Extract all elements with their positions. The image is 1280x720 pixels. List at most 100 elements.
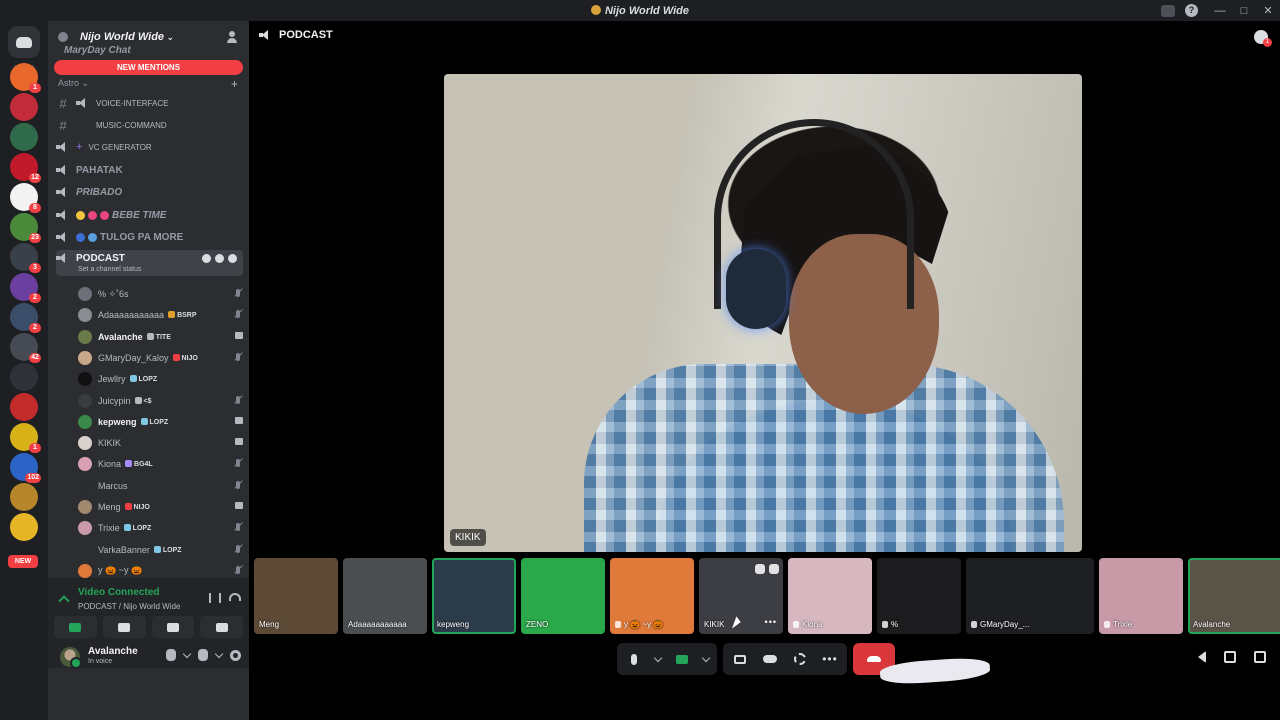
voice-member[interactable]: GMaryDay_Kaloy NIJO <box>78 348 243 368</box>
create-channel-icon[interactable]: + <box>231 77 238 91</box>
camera-button[interactable] <box>54 616 97 638</box>
channel-tulog-pa-more[interactable]: TULOG PA MORE <box>56 227 243 247</box>
channel-music-command[interactable]: # MUSIC-COMMAND <box>56 115 243 135</box>
microphone-icon[interactable] <box>166 649 176 661</box>
voice-channel-link[interactable]: PODCAST / Nijo World Wide <box>78 602 180 611</box>
server-icon[interactable] <box>10 93 38 121</box>
activities-button[interactable] <box>759 648 781 670</box>
channel-status-link[interactable]: Set a channel status <box>78 266 141 273</box>
speaker-icon <box>56 187 68 197</box>
server-icon[interactable]: 1 <box>10 63 41 93</box>
voice-member[interactable]: Meng NIJO <box>78 497 243 517</box>
volume-icon[interactable] <box>1198 651 1206 663</box>
fullscreen-icon[interactable] <box>1254 651 1266 663</box>
close-button[interactable]: ✕ <box>1256 4 1280 17</box>
chat-icon[interactable] <box>202 254 211 263</box>
channel-vc-generator[interactable]: + VC GENERATOR <box>56 137 243 157</box>
screen-share-indicator-icon[interactable] <box>1161 4 1175 17</box>
server-icon[interactable] <box>10 513 38 541</box>
inbox-icon[interactable] <box>1254 30 1272 47</box>
headphones-icon[interactable] <box>198 649 208 661</box>
server-icon[interactable]: 12 <box>10 153 41 183</box>
avatar[interactable] <box>60 647 82 669</box>
server-icon[interactable] <box>10 393 38 421</box>
muted-mic-icon <box>233 544 243 553</box>
username[interactable]: Avalanche <box>88 646 138 657</box>
participant-tile[interactable]: Kiona <box>788 558 872 634</box>
minimize-button[interactable]: — <box>1208 5 1232 17</box>
invite-people-icon[interactable] <box>227 31 241 43</box>
server-icon[interactable]: 1 <box>10 423 41 453</box>
participant-tile[interactable]: kepweng <box>432 558 516 634</box>
voice-member[interactable]: VarkaBanner LOPZ <box>78 540 243 560</box>
server-icon[interactable]: 8 <box>10 183 41 213</box>
participant-tile[interactable]: y 🎃 ~y 🎃 <box>610 558 694 634</box>
mic-options-chevron-icon[interactable] <box>653 648 663 670</box>
participant-tile[interactable]: Meng <box>254 558 338 634</box>
server-icon[interactable] <box>10 483 38 511</box>
mute-button[interactable] <box>623 648 645 670</box>
channel-podcast[interactable]: PODCAST Set a channel status <box>56 250 243 276</box>
user-settings-gear-icon[interactable] <box>230 649 241 661</box>
camera-options-chevron-icon[interactable] <box>701 648 711 670</box>
tile-more-icon[interactable]: ••• <box>765 617 777 627</box>
soundboard-button[interactable] <box>789 648 811 670</box>
share-screen-button[interactable] <box>102 616 146 638</box>
new-unreads-pill[interactable]: NEW <box>8 555 38 568</box>
channel-pribado[interactable]: PRIBADO <box>56 182 243 202</box>
participant-tile[interactable]: Adaaaaaaaaaaa <box>343 558 427 634</box>
participant-tile[interactable]: % <box>877 558 961 634</box>
noise-suppression-icon[interactable] <box>209 593 221 603</box>
channel-pahatak[interactable]: PAHATAK <box>56 160 243 180</box>
activity-button[interactable] <box>151 616 195 638</box>
voice-member[interactable]: Jewllry LOPZ <box>78 369 243 389</box>
disconnect-icon[interactable] <box>229 593 241 601</box>
pop-out-icon[interactable] <box>1224 651 1236 663</box>
participant-tile[interactable]: GMaryDay_... <box>966 558 1094 634</box>
category-astro[interactable]: Astro ⌄ + <box>58 77 238 91</box>
signal-icon[interactable] <box>58 595 70 607</box>
channel-bebe-time[interactable]: BEBE TIME <box>56 205 243 225</box>
channel-voice-interface[interactable]: # VOICE-INTERFACE <box>56 93 243 113</box>
voice-member[interactable]: Marcus <box>78 476 243 496</box>
server-icon[interactable]: 2 <box>10 273 41 303</box>
chevron-down-icon[interactable] <box>755 564 765 574</box>
share-screen-button[interactable] <box>729 648 751 670</box>
chevron-down-icon[interactable] <box>214 649 224 658</box>
server-icon[interactable]: 3 <box>10 243 41 273</box>
participant-tile[interactable]: Avalanche <box>1188 558 1280 634</box>
settings-gear-icon[interactable] <box>228 254 237 263</box>
voice-member[interactable]: Juicypin <$ <box>78 391 243 411</box>
invite-icon[interactable] <box>769 564 779 574</box>
voice-member[interactable]: KIKIK <box>78 433 243 453</box>
participant-tile[interactable]: KIKIK ••• <box>699 558 783 634</box>
voice-member[interactable]: Adaaaaaaaaaaa BSRP <box>78 305 243 325</box>
voice-member[interactable]: % ✧˚6s <box>78 284 243 304</box>
camera-button[interactable] <box>671 648 693 670</box>
voice-member[interactable]: Avalanche TITE <box>78 327 243 347</box>
server-icon[interactable]: 102 <box>10 453 41 483</box>
home-discord-icon[interactable] <box>8 26 40 58</box>
voice-member[interactable]: Trixie LOPZ <box>78 518 243 538</box>
voice-member[interactable]: Kiona BG4L <box>78 454 243 474</box>
maximize-button[interactable]: □ <box>1232 5 1256 17</box>
chevron-down-icon[interactable] <box>182 649 192 658</box>
help-icon[interactable]: ? <box>1185 4 1198 17</box>
voice-member[interactable]: kepweng LOPZ <box>78 412 243 432</box>
server-icon[interactable]: 42 <box>10 333 41 363</box>
more-options-button[interactable]: ••• <box>819 648 841 670</box>
focused-video[interactable]: KIKIK <box>444 74 1082 552</box>
new-mentions-banner[interactable]: NEW MENTIONS <box>54 60 243 75</box>
member-name: Juicypin <box>98 395 131 406</box>
participant-tile[interactable]: Trixie <box>1099 558 1183 634</box>
channel-partial[interactable]: MaryDay Chat <box>64 45 131 56</box>
participant-tile[interactable]: ZENO <box>521 558 605 634</box>
server-icon[interactable]: 23 <box>10 213 41 243</box>
server-icon[interactable] <box>10 363 38 391</box>
server-icon[interactable]: 2 <box>10 303 41 333</box>
server-icon[interactable] <box>10 123 38 151</box>
soundboard-button[interactable] <box>200 616 243 638</box>
channel-label: VOICE-INTERFACE <box>96 98 169 108</box>
invite-icon[interactable] <box>215 254 224 263</box>
member-tag: LOPZ <box>124 524 152 532</box>
